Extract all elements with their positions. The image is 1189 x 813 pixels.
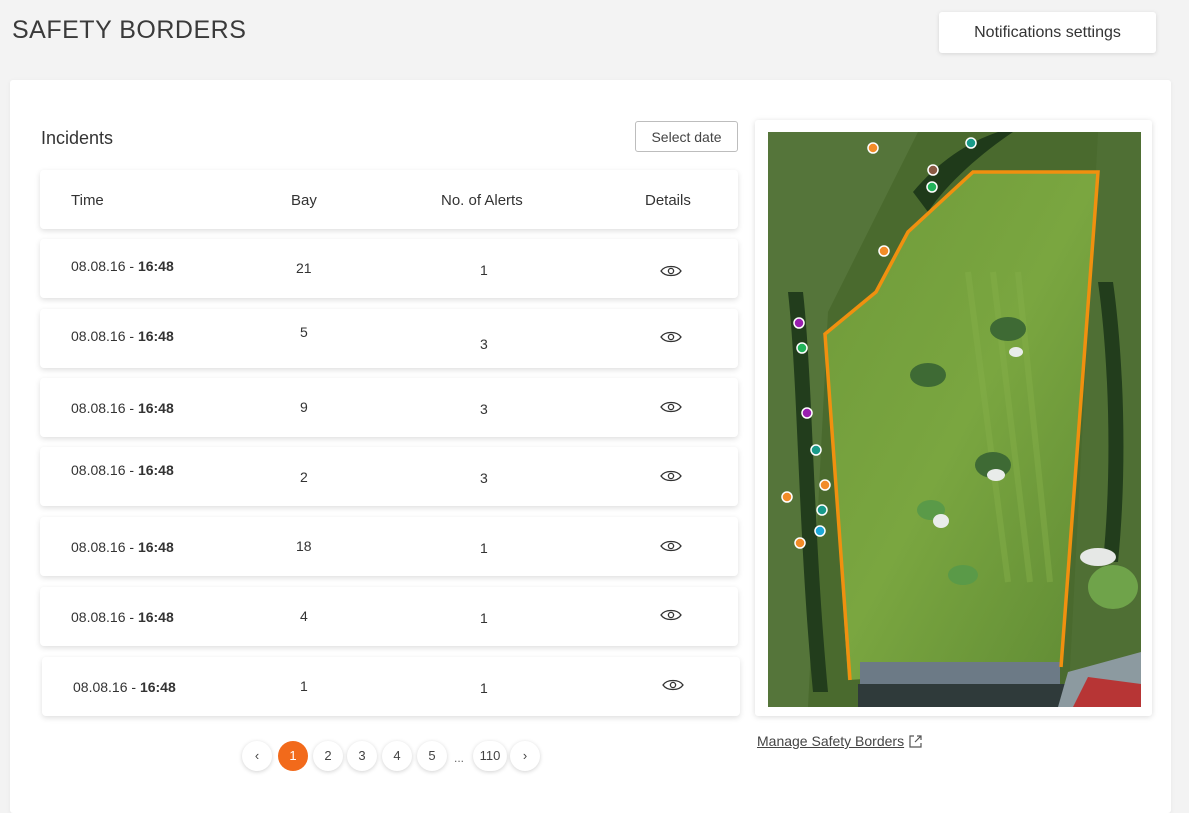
- row-bay: 2: [300, 469, 308, 485]
- incident-marker[interactable]: [793, 317, 805, 329]
- map-range-roof: [858, 684, 1068, 707]
- pagination-ellipsis: ...: [454, 751, 465, 765]
- incidents-card: Incidents Select date Time Bay No. of Al…: [10, 80, 1171, 813]
- incident-marker[interactable]: [927, 164, 939, 176]
- column-header-details: Details: [645, 192, 691, 209]
- incident-marker[interactable]: [796, 342, 808, 354]
- map-bunker: [933, 514, 949, 528]
- table-row: 08.08.16 - 16:48 2 3: [40, 447, 738, 506]
- map-bunker: [1080, 548, 1116, 566]
- page-button-5[interactable]: 5: [417, 741, 447, 771]
- page-button-last[interactable]: 110: [473, 741, 507, 771]
- row-bay: 1: [300, 678, 308, 694]
- external-link-icon[interactable]: [908, 734, 923, 749]
- table-row: 08.08.16 - 16:48 18 1: [40, 517, 738, 576]
- eye-icon[interactable]: [660, 469, 682, 483]
- row-alerts: 1: [480, 680, 488, 696]
- map-target: [910, 363, 946, 387]
- page-button-2[interactable]: 2: [313, 741, 343, 771]
- incident-marker[interactable]: [819, 479, 831, 491]
- row-time: 08.08.16 - 16:48: [71, 609, 174, 625]
- incidents-title: Incidents: [41, 128, 114, 148]
- row-bay: 18: [296, 538, 312, 554]
- map-panel: [755, 120, 1152, 716]
- pagination: ‹ 1 2 3 4 5 ... 110 ›: [242, 741, 562, 775]
- column-header-time: Time: [71, 192, 104, 209]
- incident-marker[interactable]: [878, 245, 890, 257]
- row-time: 08.08.16 - 16:48: [71, 400, 174, 416]
- table-row: 08.08.16 - 16:48 1 1: [42, 657, 740, 716]
- incident-marker[interactable]: [867, 142, 879, 154]
- row-bay: 5: [300, 324, 308, 340]
- row-bay: 21: [296, 260, 312, 276]
- table-row: 08.08.16 - 16:48 4 1: [40, 587, 738, 646]
- row-time: 08.08.16 - 16:48: [71, 462, 174, 478]
- row-alerts: 3: [480, 470, 488, 486]
- manage-safety-borders-link[interactable]: Manage Safety Borders: [757, 733, 904, 749]
- incident-marker[interactable]: [794, 537, 806, 549]
- table-row: 08.08.16 - 16:48 21 1: [40, 239, 738, 298]
- eye-icon[interactable]: [662, 678, 684, 692]
- row-time: 08.08.16 - 16:48: [71, 328, 174, 344]
- map-target: [990, 317, 1026, 341]
- satellite-map[interactable]: [768, 132, 1141, 707]
- map-target: [948, 565, 978, 585]
- row-alerts: 3: [480, 401, 488, 417]
- eye-icon[interactable]: [660, 539, 682, 553]
- row-time: 08.08.16 - 16:48: [73, 679, 176, 695]
- notifications-settings-button[interactable]: Notifications settings: [939, 12, 1156, 53]
- page-button-1[interactable]: 1: [278, 741, 308, 771]
- eye-icon[interactable]: [660, 400, 682, 414]
- column-header-alerts: No. of Alerts: [441, 192, 523, 209]
- table-row: 08.08.16 - 16:48 5 3: [40, 309, 738, 368]
- page-button-4[interactable]: 4: [382, 741, 412, 771]
- row-time: 08.08.16 - 16:48: [71, 258, 174, 274]
- incident-marker[interactable]: [781, 491, 793, 503]
- eye-icon[interactable]: [660, 608, 682, 622]
- page-title: SAFETY BORDERS: [12, 16, 247, 44]
- row-bay: 4: [300, 608, 308, 624]
- map-bunker: [987, 469, 1005, 481]
- map-bunker: [1009, 347, 1023, 357]
- eye-icon[interactable]: [660, 330, 682, 344]
- row-alerts: 3: [480, 336, 488, 352]
- incident-marker[interactable]: [816, 504, 828, 516]
- page-button-3[interactable]: 3: [347, 741, 377, 771]
- table-row: 08.08.16 - 16:48 9 3: [40, 378, 738, 437]
- row-alerts: 1: [480, 610, 488, 626]
- row-bay: 9: [300, 399, 308, 415]
- table-header: Time Bay No. of Alerts Details: [40, 170, 738, 229]
- row-alerts: 1: [480, 262, 488, 278]
- incident-marker[interactable]: [801, 407, 813, 419]
- eye-icon[interactable]: [660, 264, 682, 278]
- row-time: 08.08.16 - 16:48: [71, 539, 174, 555]
- incident-marker[interactable]: [810, 444, 822, 456]
- prev-page-button[interactable]: ‹: [242, 741, 272, 771]
- row-alerts: 1: [480, 540, 488, 556]
- select-date-button[interactable]: Select date: [635, 121, 738, 152]
- incident-marker[interactable]: [814, 525, 826, 537]
- map-range-building: [860, 662, 1060, 684]
- incident-marker[interactable]: [926, 181, 938, 193]
- map-green-right: [1088, 565, 1138, 609]
- next-page-button[interactable]: ›: [510, 741, 540, 771]
- column-header-bay: Bay: [291, 192, 317, 209]
- incident-marker[interactable]: [965, 137, 977, 149]
